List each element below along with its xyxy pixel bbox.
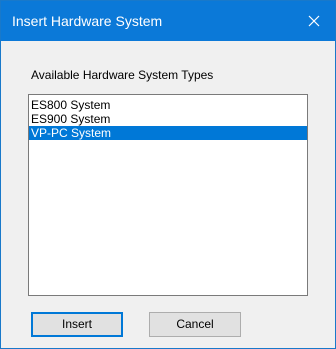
close-icon xyxy=(308,15,320,27)
insert-hardware-dialog: Insert Hardware System Available Hardwar… xyxy=(0,0,336,349)
cancel-button[interactable]: Cancel xyxy=(149,312,241,337)
insert-button[interactable]: Insert xyxy=(31,312,123,337)
list-item[interactable]: ES800 System xyxy=(29,98,307,112)
list-item-selected[interactable]: VP-PC System xyxy=(29,126,307,140)
list-item[interactable]: ES900 System xyxy=(29,112,307,126)
dialog-title: Insert Hardware System xyxy=(12,13,163,29)
hardware-types-listbox[interactable]: ES800 System ES900 System VP-PC System xyxy=(28,94,308,296)
close-button[interactable] xyxy=(293,1,335,41)
title-bar[interactable]: Insert Hardware System xyxy=(1,1,335,41)
hardware-types-label: Available Hardware System Types xyxy=(31,68,214,82)
